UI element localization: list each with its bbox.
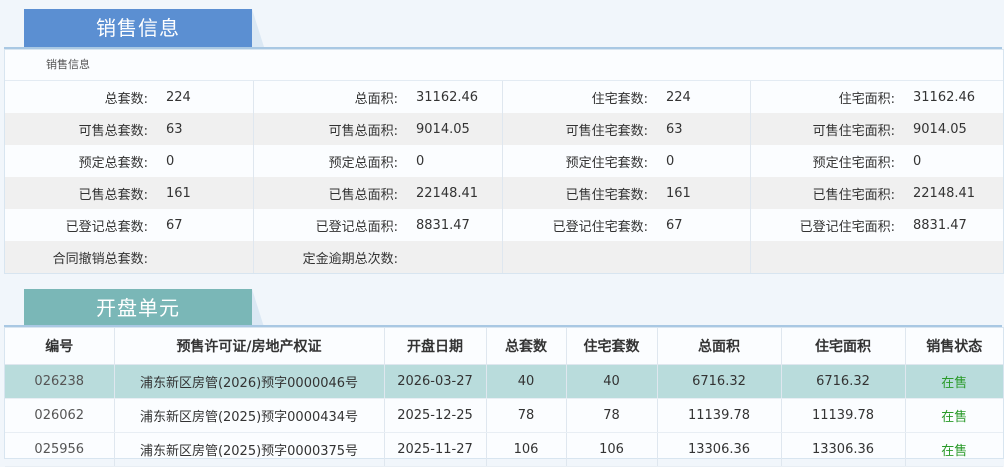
info-row: 合同撤销总套数: 定金逾期总次数:	[5, 241, 1003, 273]
info-label: 可售总面积:	[328, 123, 398, 139]
info-label: 已售总套数:	[78, 187, 148, 203]
sales-status: 在售	[905, 432, 1003, 467]
total-area: 11139.78	[657, 398, 782, 433]
opening-date: 2025-11-27	[384, 432, 487, 467]
info-value: 63	[658, 113, 751, 145]
column-header: 住宅套数	[566, 328, 658, 365]
info-label	[750, 241, 905, 273]
info-value: 224	[658, 81, 751, 113]
table-row[interactable]: 026238 浦东新区房管(2026)预字0000046号 2026-03-27 40…	[5, 364, 1003, 399]
info-value: 22148.41	[913, 185, 976, 201]
info-row: 可售总套数: 63 可售总面积: 9014.05 可售住宅套数: 63 可售住宅面积: 901…	[5, 113, 1003, 145]
info-label: 总套数:	[104, 91, 148, 107]
section-subtitle: 销售信息	[5, 50, 1003, 81]
info-label: 定金逾期总次数:	[302, 251, 398, 267]
info-value: 224	[158, 81, 254, 113]
info-value: 161	[158, 177, 254, 209]
info-value	[905, 241, 1003, 273]
info-label: 住宅面积:	[838, 91, 895, 107]
info-label: 已售住宅套数:	[565, 187, 648, 203]
sales-status: 在售	[905, 364, 1003, 399]
table-row[interactable]: 026062 浦东新区房管(2025)预字0000434号 2025-12-25 78…	[5, 398, 1003, 433]
info-label: 已登记住宅面积:	[799, 219, 895, 235]
opening-units-panel: 编号 预售许可证/房地产权证 开盘日期 总套数 住宅套数 总面积 住宅面积 销售状态 0262…	[4, 327, 1004, 467]
unit-code: 025956	[5, 432, 115, 467]
info-value	[658, 241, 751, 273]
info-value: 161	[658, 177, 751, 209]
table-row[interactable]: 025956 浦东新区房管(2025)预字0000375号 2025-11-27 10…	[5, 432, 1003, 467]
info-label: 已登记总套数:	[65, 219, 148, 235]
info-label: 预定总面积:	[328, 155, 398, 171]
info-value	[158, 241, 254, 273]
column-header: 预售许可证/房地产权证	[114, 328, 385, 365]
column-header: 开盘日期	[384, 328, 487, 365]
info-value: 8831.47	[913, 217, 967, 233]
info-label	[502, 241, 658, 273]
info-label: 可售总套数:	[78, 123, 148, 139]
info-label: 住宅套数:	[591, 91, 648, 107]
sales-info-panel: 销售信息 总套数: 224 总面积: 31162.46 住宅套数: 224 住宅面积: 311…	[4, 49, 1004, 274]
column-header: 销售状态	[905, 328, 1003, 365]
residential-area: 11139.78	[781, 398, 906, 433]
info-row: 已登记总套数: 67 已登记总面积: 8831.47 已登记住宅套数: 67 已登记住宅面积…	[5, 209, 1003, 241]
info-value	[408, 241, 503, 273]
residential-units: 40	[566, 364, 658, 399]
info-row: 已售总套数: 161 已售总面积: 22148.41 已售住宅套数: 161 已售住宅面积:…	[5, 177, 1003, 209]
info-label: 预定住宅套数:	[565, 155, 648, 171]
column-header: 编号	[5, 328, 115, 365]
unit-code: 026062	[5, 398, 115, 433]
tab-sales-info[interactable]: 销售信息	[24, 9, 264, 47]
info-value: 67	[158, 209, 254, 241]
info-label: 已售住宅面积:	[812, 187, 895, 203]
opening-date: 2026-03-27	[384, 364, 487, 399]
table-header-row: 编号 预售许可证/房地产权证 开盘日期 总套数 住宅套数 总面积 住宅面积 销售状态	[5, 328, 1003, 365]
total-units: 78	[486, 398, 567, 433]
info-value: 22148.41	[408, 177, 503, 209]
info-label: 总面积:	[354, 91, 398, 107]
sales-info-table: 总套数: 224 总面积: 31162.46 住宅套数: 224 住宅面积: 31162.46…	[5, 81, 1003, 273]
info-value: 8831.47	[408, 209, 503, 241]
info-label: 已登记总面积:	[315, 219, 398, 235]
total-units: 40	[486, 364, 567, 399]
info-value: 9014.05	[408, 113, 503, 145]
info-label: 已售总面积:	[328, 187, 398, 203]
info-label: 预定总套数:	[78, 155, 148, 171]
permit-number: 浦东新区房管(2025)预字0000375号	[114, 432, 385, 467]
tab-opening-units[interactable]: 开盘单元	[24, 289, 264, 327]
unit-code: 026238	[5, 364, 115, 399]
info-value: 0	[658, 145, 751, 177]
residential-units: 106	[566, 432, 658, 467]
permit-number: 浦东新区房管(2025)预字0000434号	[114, 398, 385, 433]
info-value: 0	[913, 153, 922, 169]
info-value: 0	[408, 145, 503, 177]
info-value: 9014.05	[913, 121, 967, 137]
column-header: 总面积	[657, 328, 782, 365]
column-header: 住宅面积	[781, 328, 906, 365]
info-label: 已登记住宅套数:	[552, 219, 648, 235]
info-label: 可售住宅套数:	[565, 123, 648, 139]
permit-number: 浦东新区房管(2026)预字0000046号	[114, 364, 385, 399]
opening-date: 2025-12-25	[384, 398, 487, 433]
info-label: 合同撤销总套数:	[52, 251, 148, 267]
info-label: 预定住宅面积:	[812, 155, 895, 171]
info-value: 31162.46	[408, 81, 503, 113]
residential-area: 6716.32	[781, 364, 906, 399]
info-value: 0	[158, 145, 254, 177]
total-area: 13306.36	[657, 432, 782, 467]
sales-status: 在售	[905, 398, 1003, 433]
info-value: 31162.46	[913, 89, 976, 105]
info-value: 63	[158, 113, 254, 145]
total-units: 106	[486, 432, 567, 467]
residential-area: 13306.36	[781, 432, 906, 467]
info-row: 预定总套数: 0 预定总面积: 0 预定住宅套数: 0 预定住宅面积: 0	[5, 145, 1003, 177]
residential-units: 78	[566, 398, 658, 433]
opening-units-table: 编号 预售许可证/房地产权证 开盘日期 总套数 住宅套数 总面积 住宅面积 销售状态 0262…	[5, 328, 1003, 467]
total-area: 6716.32	[657, 364, 782, 399]
info-value: 67	[658, 209, 751, 241]
info-label: 可售住宅面积:	[812, 123, 895, 139]
info-row: 总套数: 224 总面积: 31162.46 住宅套数: 224 住宅面积: 31162.46	[5, 81, 1003, 113]
column-header: 总套数	[486, 328, 567, 365]
